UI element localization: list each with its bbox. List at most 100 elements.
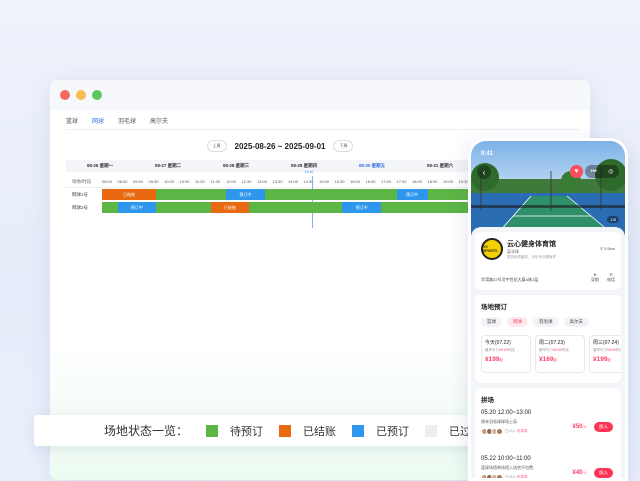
- day-header-cell[interactable]: 08-31 星期六: [406, 163, 474, 169]
- time-tick-label: 15:00: [319, 178, 330, 184]
- venue-logo: YX SPORTS: [481, 238, 503, 260]
- group-merge-link[interactable]: 可并场: [517, 475, 528, 478]
- mini-program-capsule[interactable]: ••• ◎: [585, 165, 619, 178]
- call-button[interactable]: ✆ 电话: [607, 272, 615, 282]
- time-tick-label: 19:00: [443, 178, 454, 184]
- legend-swatch: [206, 424, 218, 437]
- day-card-earliest: 最早可订08:00时段: [485, 348, 515, 352]
- slot-free[interactable]: [381, 202, 474, 213]
- prev-week-button[interactable]: 上周: [206, 140, 227, 152]
- venue-distance: ⚲ 3.5km: [600, 246, 615, 251]
- date-range: 2025-08-26 ~ 2025-09-01: [234, 141, 326, 151]
- day-card-price: ¥169起: [539, 356, 557, 363]
- heart-icon[interactable]: ♥: [570, 165, 583, 178]
- time-tick-label: 15:30: [334, 178, 345, 184]
- slot-booked[interactable]: 预订中: [396, 189, 428, 200]
- sport-tab[interactable]: 羽毛球: [118, 116, 136, 130]
- group-price: ¥40/人: [572, 470, 588, 476]
- legend-item: 待预订: [206, 423, 263, 439]
- booking-title: 场地预订: [481, 304, 507, 311]
- group-item: 05.22 10:00~11:00 篮球场馆单场馆入场完不包费… 已16人 可并场 ¥…: [481, 456, 615, 479]
- navigate-button[interactable]: ➤ 导航: [591, 272, 599, 282]
- slot-booked[interactable]: 预订中: [342, 202, 381, 213]
- day-card-price: ¥199起: [485, 356, 503, 363]
- time-tick-label: 17:30: [396, 178, 407, 184]
- slot-free[interactable]: [264, 189, 397, 200]
- day-card[interactable]: 周二(07.23) 最早可订08:00时段 ¥169起: [535, 335, 585, 373]
- day-header-cell[interactable]: 08-26 星期一: [66, 163, 134, 169]
- minimize-dot-icon[interactable]: [76, 90, 86, 100]
- venue-address[interactable]: 华湾路22号贝宇世纪大厦A栋2层: [481, 277, 538, 283]
- sport-chip[interactable]: 网球: [507, 317, 528, 327]
- legend-items: 待预订 已结账 已预订 已过期: [206, 423, 482, 439]
- day-header-cell[interactable]: 08-28 星期三: [202, 163, 270, 169]
- price-unit: /人: [582, 471, 587, 475]
- court-track: 已结账 预订中 预订中: [102, 189, 474, 200]
- slot-settled[interactable]: 已结账: [102, 189, 157, 200]
- day-card-date: 周三(07.24): [593, 340, 619, 346]
- time-tick-label: 12:30: [241, 178, 252, 184]
- day-header-cell[interactable]: 08-29 星期四: [270, 163, 338, 169]
- slot-booked[interactable]: 预订中: [117, 202, 157, 213]
- legend-item: 已结账: [279, 423, 336, 439]
- schedule-grid: 场地/时段 08:00 08:30 09:00 09:30 10:00 10:30 11:0…: [66, 170, 474, 228]
- time-tick-label: 08:00: [102, 178, 113, 184]
- booking-card: 场地预订 篮球 网球 羽毛球 高尔夫 今天(07.22) 最早可订08:00时段 ¥199…: [475, 295, 621, 383]
- court-name: 网球1号: [72, 191, 89, 197]
- sport-tab[interactable]: 篮球: [66, 116, 78, 130]
- price-unit: /人: [582, 425, 587, 429]
- sport-chip[interactable]: 高尔夫: [563, 317, 589, 327]
- location-pin-icon: ⚲: [600, 246, 603, 251]
- slot-booked[interactable]: 预订中: [226, 189, 265, 200]
- time-tick-label: 14:00: [288, 178, 299, 184]
- price-unit: 起: [607, 358, 611, 362]
- group-joined-count: 已16人 可并场: [505, 475, 528, 479]
- close-circle-icon[interactable]: ◎: [608, 168, 613, 175]
- court-rows: 网球1号 已结账 预订中 预订中 网球2号 预订中 已结账 预订中: [66, 188, 474, 214]
- time-header-row: 场地/时段 08:00 08:30 09:00 09:30 10:00 10:30 11:0…: [66, 170, 474, 228]
- date-navigator: 上周 2025-08-26 ~ 2025-09-01 下周: [50, 140, 510, 152]
- tennis-court-photo: [471, 141, 625, 241]
- day-header-cell[interactable]: 08-27 星期二: [134, 163, 202, 169]
- time-tick-label: 19:30: [458, 178, 469, 184]
- group-item: 05.20 12:00~13:00 周末羽毛球球场上局 已12人 可并场 ¥50/人加…: [481, 410, 615, 450]
- back-arrow-icon[interactable]: ‹: [477, 165, 491, 179]
- avatar: [496, 474, 503, 478]
- group-time: 05.20 12:00~13:00: [481, 410, 532, 416]
- next-week-button[interactable]: 下周: [333, 140, 354, 152]
- group-merge-link[interactable]: 可并场: [517, 429, 528, 433]
- legend-swatch: [425, 424, 437, 437]
- time-tick-label: 18:00: [412, 178, 423, 184]
- time-tick-label: 16:00: [350, 178, 361, 184]
- sport-chips: 篮球 网球 羽毛球 高尔夫: [481, 317, 615, 327]
- day-header-cell[interactable]: 08-30 星期五: [338, 163, 406, 169]
- slot-free[interactable]: [156, 189, 226, 200]
- time-tick-label: 08:30: [117, 178, 128, 184]
- more-dots-icon[interactable]: •••: [591, 169, 597, 175]
- status-bar-time: 9:41: [481, 151, 494, 157]
- current-time-label: 14:40: [304, 169, 314, 174]
- time-tick-label: 13:00: [257, 178, 268, 184]
- day-card[interactable]: 周三(07.24) 最早可订08:00时段 ¥199起: [589, 335, 621, 373]
- photo-counter: 1/5: [607, 216, 619, 223]
- slot-settled[interactable]: 已结账: [210, 202, 250, 213]
- slot-free[interactable]: [249, 202, 343, 213]
- slot-free[interactable]: [102, 202, 118, 213]
- legend-swatch: [279, 424, 291, 437]
- court-name: 网球2号: [72, 204, 89, 210]
- day-card-date: 今天(07.22): [485, 340, 511, 346]
- join-button[interactable]: 加入: [594, 468, 613, 478]
- sport-chip[interactable]: 篮球: [481, 317, 502, 327]
- sport-chip[interactable]: 羽毛球: [533, 317, 559, 327]
- sport-tab[interactable]: 网球: [92, 116, 105, 130]
- group-card: 拼场 05.20 12:00~13:00 周末羽毛球球场上局 已12人 可并场 ¥50…: [475, 388, 621, 479]
- phone-body: YX SPORTS 云心健身体育馆 英半球 提供优质服务，可乐专业健身学 ⚲ 3…: [471, 227, 625, 478]
- day-card[interactable]: 今天(07.22) 最早可订08:00时段 ¥199起: [481, 335, 531, 373]
- slot-free[interactable]: [156, 202, 211, 213]
- maximize-dot-icon[interactable]: [92, 90, 102, 100]
- join-button[interactable]: 加入: [594, 422, 613, 432]
- tabs-divider: [66, 129, 580, 130]
- close-dot-icon[interactable]: [60, 90, 70, 100]
- group-price: ¥50/人: [572, 424, 588, 430]
- sport-tab[interactable]: 高尔夫: [150, 116, 168, 130]
